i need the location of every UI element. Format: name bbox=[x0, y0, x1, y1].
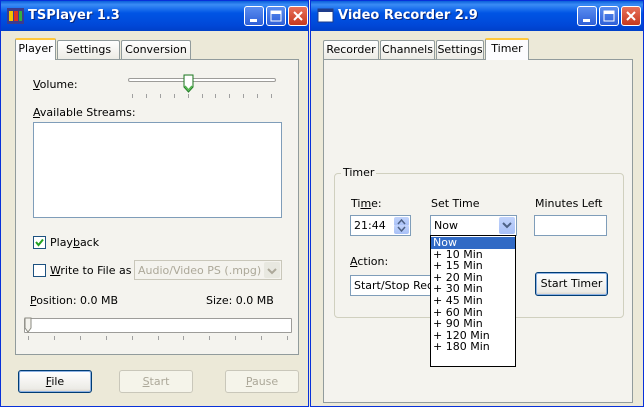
slider-tick bbox=[174, 94, 175, 98]
tab-settings[interactable]: Settings bbox=[436, 40, 484, 59]
volume-thumb[interactable] bbox=[183, 74, 194, 94]
position-track bbox=[24, 318, 292, 333]
position-slider[interactable] bbox=[24, 314, 292, 344]
dropdown-option[interactable]: + 45 Min bbox=[431, 295, 515, 307]
tab-settings[interactable]: Settings bbox=[57, 40, 120, 59]
recorder-window: Video Recorder 2.9 Recorder Channels Set… bbox=[310, 0, 644, 407]
recorder-titlebar[interactable]: Video Recorder 2.9 bbox=[311, 1, 643, 31]
timer-group-title: Timer bbox=[341, 166, 377, 179]
close-icon bbox=[626, 11, 636, 21]
tab-channels[interactable]: Channels bbox=[380, 40, 435, 59]
position-readout: Position: 0.0 MB bbox=[30, 294, 119, 307]
recorder-title: Video Recorder 2.9 bbox=[338, 8, 478, 23]
minimize-button[interactable] bbox=[577, 6, 597, 26]
format-value: Audio/Video PS (.mpg) bbox=[138, 264, 262, 277]
tsplayer-window: TSPlayer 1.3 Player Settings Conversion … bbox=[0, 0, 309, 407]
volume-label: Volume: bbox=[33, 78, 78, 91]
write-to-file-checkbox[interactable] bbox=[33, 264, 46, 277]
slider-tick bbox=[106, 336, 107, 340]
chevron-down-icon bbox=[502, 222, 512, 229]
write-to-file-label[interactable]: Write to File as bbox=[50, 264, 131, 277]
streams-list[interactable] bbox=[33, 122, 282, 218]
slider-tick bbox=[243, 94, 244, 98]
set-time-value: Now bbox=[434, 219, 458, 232]
set-time-label: Set Time bbox=[431, 197, 480, 210]
set-time-dropdown-list[interactable]: Now + 10 Min + 15 Min + 20 Min + 30 Min + 45 … bbox=[430, 235, 516, 367]
checkmark-icon bbox=[35, 238, 44, 247]
slider-tick bbox=[188, 94, 189, 98]
position-thumb[interactable] bbox=[24, 317, 32, 333]
tsplayer-title: TSPlayer 1.3 bbox=[28, 8, 120, 23]
dropdown-option[interactable]: + 90 Min bbox=[431, 318, 515, 330]
playback-checkbox[interactable] bbox=[33, 236, 46, 249]
slider-tick bbox=[261, 336, 262, 340]
tab-recorder[interactable]: Recorder bbox=[323, 40, 379, 59]
start-button[interactable]: Start bbox=[119, 370, 193, 393]
close-button[interactable] bbox=[621, 6, 641, 26]
format-combo: Audio/Video PS (.mpg) bbox=[134, 260, 282, 280]
slider-tick bbox=[235, 336, 236, 340]
slider-tick bbox=[160, 94, 161, 98]
slider-tick bbox=[257, 94, 258, 98]
time-value: 21:44 bbox=[354, 219, 386, 232]
slider-tick bbox=[158, 336, 159, 340]
player-panel: Volume: Available Streams: Playback Writ… bbox=[15, 59, 299, 355]
dropdown-option[interactable]: + 180 Min bbox=[431, 341, 515, 353]
set-time-combo[interactable]: Now bbox=[430, 215, 517, 236]
maximize-button[interactable] bbox=[266, 6, 286, 26]
streams-label: Available Streams: bbox=[33, 106, 136, 119]
format-dropdown-button bbox=[264, 262, 280, 278]
time-label: Time: bbox=[351, 197, 382, 210]
recorder-app-icon bbox=[317, 8, 334, 23]
minutes-left-label: Minutes Left bbox=[535, 197, 603, 210]
size-readout: Size: 0.0 MB bbox=[206, 294, 274, 307]
time-spinner[interactable]: 21:44 bbox=[350, 215, 411, 236]
minutes-left-field[interactable] bbox=[534, 215, 607, 236]
slider-tick bbox=[28, 336, 29, 340]
slider-tick bbox=[132, 94, 133, 98]
slider-tick bbox=[132, 336, 133, 340]
playback-label[interactable]: Playback bbox=[50, 236, 99, 249]
action-label: Action: bbox=[350, 255, 389, 268]
start-timer-button[interactable]: Start Timer bbox=[535, 272, 608, 296]
tab-timer[interactable]: Timer bbox=[485, 38, 529, 60]
slider-tick bbox=[183, 336, 184, 340]
minimize-button[interactable] bbox=[244, 6, 264, 26]
slider-tick bbox=[287, 336, 288, 340]
minimize-icon bbox=[250, 19, 257, 22]
tab-conversion[interactable]: Conversion bbox=[121, 40, 191, 59]
close-icon bbox=[293, 11, 303, 21]
slider-tick bbox=[229, 94, 230, 98]
tab-player[interactable]: Player bbox=[15, 38, 56, 60]
slider-tick bbox=[202, 94, 203, 98]
volume-slider[interactable] bbox=[128, 74, 276, 102]
maximize-icon bbox=[603, 10, 615, 22]
dropdown-option[interactable]: Now bbox=[431, 237, 515, 249]
slider-tick bbox=[80, 336, 81, 340]
tsplayer-app-icon bbox=[7, 8, 24, 24]
chevron-down-icon bbox=[267, 268, 277, 275]
volume-track bbox=[128, 78, 276, 82]
close-button[interactable] bbox=[288, 6, 308, 26]
slider-tick bbox=[209, 336, 210, 340]
spin-down-button[interactable] bbox=[394, 225, 409, 234]
slider-tick bbox=[146, 94, 147, 98]
minimize-icon bbox=[583, 19, 590, 22]
pause-button[interactable]: Pause bbox=[225, 370, 299, 393]
maximize-icon bbox=[270, 10, 282, 22]
maximize-button[interactable] bbox=[599, 6, 619, 26]
set-time-dropdown-button[interactable] bbox=[499, 217, 515, 234]
slider-tick bbox=[271, 94, 272, 98]
tsplayer-titlebar[interactable]: TSPlayer 1.3 bbox=[1, 1, 308, 31]
slider-tick bbox=[54, 336, 55, 340]
slider-tick bbox=[215, 94, 216, 98]
file-button[interactable]: File bbox=[18, 370, 92, 393]
chevron-down-icon bbox=[397, 226, 406, 233]
